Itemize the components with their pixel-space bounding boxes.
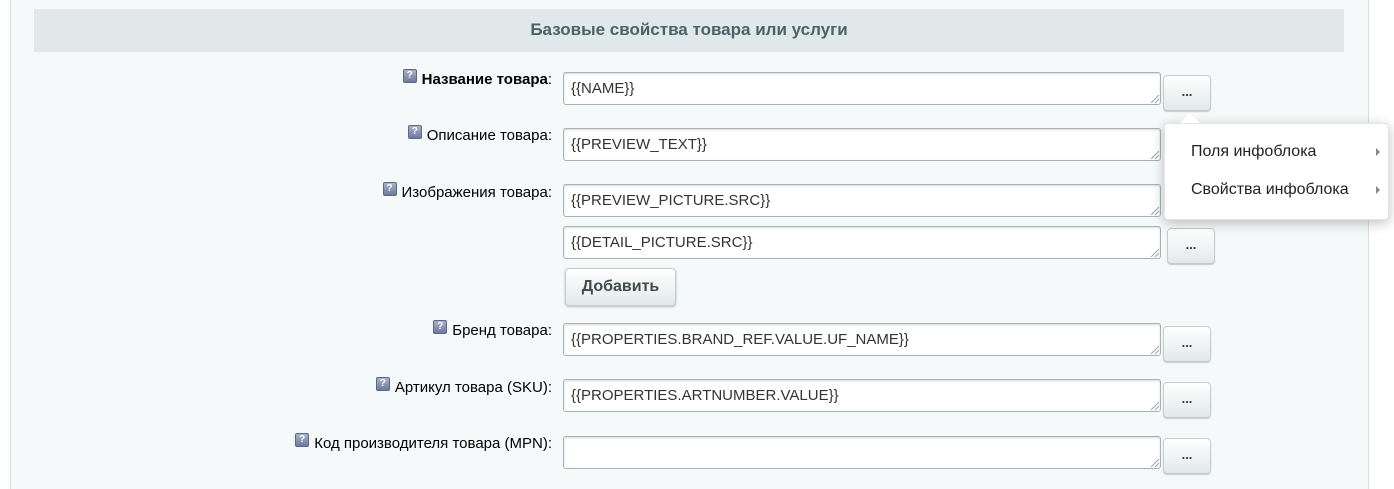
label-text: Код производителя товара (MPN): [314,435,552,452]
field-value: {{DETAIL_PICTURE.SRC}} [571,234,753,251]
product-image-input-2[interactable]: {{DETAIL_PICTURE.SRC}} [563,226,1161,259]
label-product-name: ? Название товара: [402,68,552,88]
product-mpn-dots-button[interactable]: ... [1163,438,1211,474]
resize-grip-icon[interactable] [1151,249,1159,257]
popup-item-iblock-properties[interactable]: Свойства инфоблока [1191,181,1349,199]
resize-grip-icon[interactable] [1151,402,1159,410]
label-suffix: : [547,71,552,88]
field-value: {{PROPERTIES.BRAND_REF.VALUE.UF_NAME}} [571,331,909,348]
popup-item-label: Свойства инфоблока [1191,181,1349,198]
product-image-2-dots-button[interactable]: ... [1167,228,1215,264]
help-icon[interactable]: ? [382,181,397,196]
help-icon[interactable]: ? [433,319,448,334]
resize-grip-icon[interactable] [1151,459,1159,467]
product-mpn-input[interactable] [563,436,1161,469]
label-product-brand: ? Бренд товара: [433,319,552,339]
product-description-input[interactable]: {{PREVIEW_TEXT}} [563,128,1161,161]
section-header: Базовые свойства товара или услуги [34,9,1344,52]
label-text: Артикул товара (SKU): [394,379,552,396]
label-text: Изображения товара: [401,184,552,201]
field-value: {{PREVIEW_PICTURE.SRC}} [571,192,771,209]
help-icon[interactable]: ? [295,432,310,447]
chevron-right-icon [1376,148,1380,156]
help-icon[interactable]: ? [402,68,417,83]
label-product-sku: ? Артикул товара (SKU): [375,376,552,396]
label-product-description: ? Описание товара: [407,124,552,144]
help-icon[interactable]: ? [375,376,390,391]
help-icon[interactable]: ? [407,124,422,139]
resize-grip-icon[interactable] [1151,95,1159,103]
label-product-images: ? Изображения товара: [382,181,552,201]
field-value: {{NAME}} [571,80,635,97]
product-sku-dots-button[interactable]: ... [1163,382,1211,418]
product-sku-input[interactable]: {{PROPERTIES.ARTNUMBER.VALUE}} [563,379,1161,412]
resize-grip-icon[interactable] [1151,207,1159,215]
insert-field-popup-menu: Поля инфоблока Свойства инфоблока [1164,123,1389,220]
resize-grip-icon[interactable] [1151,151,1159,159]
popup-arrow [1180,113,1200,123]
label-text: Бренд товара: [452,322,552,339]
chevron-right-icon [1376,186,1380,194]
label-product-mpn: ? Код производителя товара (MPN): [295,432,552,452]
popup-item-label: Поля инфоблока [1191,143,1317,160]
resize-grip-icon[interactable] [1151,346,1159,354]
product-brand-input[interactable]: {{PROPERTIES.BRAND_REF.VALUE.UF_NAME}} [563,323,1161,356]
product-image-input-1[interactable]: {{PREVIEW_PICTURE.SRC}} [563,184,1161,217]
product-name-input[interactable]: {{NAME}} [563,72,1161,105]
product-brand-dots-button[interactable]: ... [1163,326,1211,362]
add-image-button[interactable]: Добавить [565,268,676,306]
field-value: {{PREVIEW_TEXT}} [571,136,707,153]
label-text: Название товара [421,71,548,88]
label-text: Описание товара: [426,127,552,144]
field-value: {{PROPERTIES.ARTNUMBER.VALUE}} [571,387,839,404]
product-name-dots-button[interactable]: ... [1163,75,1211,111]
popup-item-iblock-fields[interactable]: Поля инфоблока [1191,143,1316,161]
